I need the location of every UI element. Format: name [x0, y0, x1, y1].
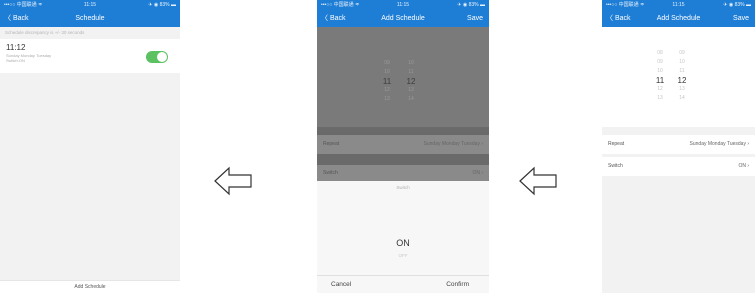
repeat-row[interactable]: Repeat Sunday Monday Tuesday ›: [602, 135, 755, 154]
switch-option-on[interactable]: ON: [317, 238, 489, 248]
back-button[interactable]: 〈 Back: [4, 10, 29, 27]
save-button[interactable]: Save: [733, 10, 749, 27]
battery-indicator: ✈ ◉ 83% ▬: [148, 2, 176, 8]
hour-selected[interactable]: 11: [377, 77, 397, 86]
hour-option[interactable]: 09: [377, 59, 397, 68]
minute-column[interactable]: 09 10 11 12 13 14: [672, 49, 692, 103]
status-bar: •••○○ 中国联通 ≑ 11:15 ✈ ◉ 83% ▬: [317, 0, 489, 10]
arrow-left-icon: [214, 166, 252, 196]
toggle-knob: [157, 52, 167, 62]
time-picker[interactable]: 09 10 11 12 13 10 11 12 13 14: [317, 27, 489, 127]
hour-selected[interactable]: 11: [650, 76, 670, 85]
arrow-left-icon: [519, 166, 557, 196]
hour-option[interactable]: 12: [650, 85, 670, 94]
hour-option[interactable]: 13: [377, 95, 397, 104]
switch-value: ON ›: [472, 170, 483, 176]
back-button[interactable]: 〈 Back: [321, 10, 346, 27]
minute-column[interactable]: 10 11 12 13 14: [401, 59, 421, 104]
repeat-label: Repeat: [608, 141, 625, 147]
schedule-screen: •••○○ 中国联通 ≑ 11:15 ✈ ◉ 83% ▬ 〈 Back Sche…: [0, 0, 180, 293]
minute-option[interactable]: 11: [672, 67, 692, 76]
sheet-button-bar: Cancel Confirm: [317, 275, 489, 293]
switch-row[interactable]: Switch ON ›: [602, 157, 755, 176]
schedule-list-item[interactable]: 11:12 Sunday Monday Tuesday Switch:ON: [0, 39, 180, 73]
battery-indicator: ✈ ◉ 83% ▬: [457, 2, 485, 8]
back-button[interactable]: 〈 Back: [606, 10, 631, 27]
minute-option[interactable]: 09: [672, 49, 692, 58]
nav-bar: 〈 Back Add Schedule Save: [602, 10, 755, 27]
cancel-button[interactable]: Cancel: [331, 276, 351, 293]
sheet-title: Switch: [396, 185, 410, 190]
minute-selected[interactable]: 12: [401, 77, 421, 86]
repeat-value: Sunday Monday Tuesday ›: [423, 141, 483, 147]
minute-option[interactable]: 10: [672, 58, 692, 67]
minute-selected[interactable]: 12: [672, 76, 692, 85]
switch-label: Switch: [323, 170, 338, 176]
repeat-row[interactable]: Repeat Sunday Monday Tuesday ›: [317, 135, 489, 154]
nav-bar: 〈 Back Add Schedule Save: [317, 10, 489, 27]
hour-column[interactable]: 09 10 11 12 13: [377, 59, 397, 104]
switch-row[interactable]: Switch ON ›: [317, 165, 489, 181]
minute-option[interactable]: 10: [401, 59, 421, 68]
hour-option[interactable]: 09: [650, 58, 670, 67]
schedule-hint: Schedule discrepancy is +/- 30 seconds: [5, 30, 85, 35]
nav-bar: 〈 Back Schedule: [0, 10, 180, 27]
minute-option[interactable]: 13: [401, 86, 421, 95]
hour-option[interactable]: 12: [377, 86, 397, 95]
add-schedule-screen: •••○○ 中国联通 ≑ 11:15 ✈ ◉ 83% ▬ 〈 Back Add …: [602, 0, 755, 293]
add-schedule-switch-sheet-screen: •••○○ 中国联通 ≑ 11:15 ✈ ◉ 83% ▬ 〈 Back Add …: [317, 0, 489, 293]
status-bar: •••○○ 中国联通 ≑ 11:15 ✈ ◉ 83% ▬: [0, 0, 180, 10]
repeat-value: Sunday Monday Tuesday ›: [689, 141, 749, 147]
status-bar: •••○○ 中国联通 ≑ 11:15 ✈ ◉ 83% ▬: [602, 0, 755, 10]
minute-option[interactable]: 13: [672, 85, 692, 94]
switch-value: ON ›: [738, 163, 749, 169]
add-schedule-button[interactable]: Add Schedule: [0, 280, 180, 293]
battery-indicator: ✈ ◉ 83% ▬: [723, 2, 751, 8]
hour-option[interactable]: 08: [650, 49, 670, 58]
switch-label: Switch: [608, 163, 623, 169]
switch-action-sheet: Switch ON OFF Cancel Confirm: [317, 181, 489, 293]
repeat-label: Repeat: [323, 141, 340, 147]
hour-option[interactable]: 10: [650, 67, 670, 76]
minute-option[interactable]: 14: [672, 94, 692, 103]
confirm-button[interactable]: Confirm: [446, 276, 469, 293]
hour-column[interactable]: 08 09 10 11 12 13: [650, 49, 670, 103]
minute-option[interactable]: 14: [401, 95, 421, 104]
minute-option[interactable]: 11: [401, 68, 421, 77]
switch-option-off[interactable]: OFF: [317, 253, 489, 258]
time-picker[interactable]: 08 09 10 11 12 13 09 10 11 12 13 14: [602, 27, 755, 127]
schedule-enable-toggle[interactable]: [146, 51, 168, 63]
save-button[interactable]: Save: [467, 10, 483, 27]
hour-option[interactable]: 10: [377, 68, 397, 77]
hour-option[interactable]: 13: [650, 94, 670, 103]
